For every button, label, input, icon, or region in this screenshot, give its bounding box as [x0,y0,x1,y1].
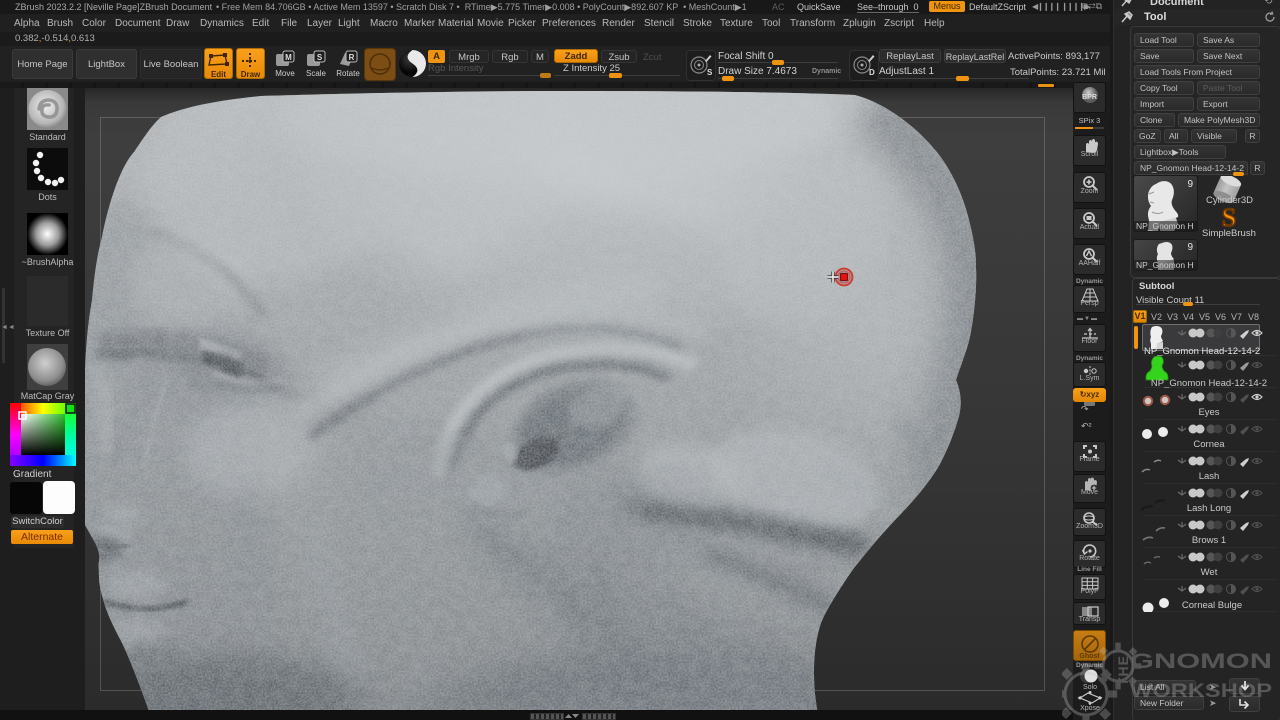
svg-text:Eyes: Eyes [1198,407,1219,418]
svg-text:Lash: Lash [1199,471,1220,482]
svg-text:NP_Gnomon Head-12-14-2: NP_Gnomon Head-12-14-2 [1144,346,1260,356]
svg-text:Lash Long: Lash Long [1187,503,1231,514]
svg-text:S: S [317,53,323,62]
svg-text:NP_Gnomon Head-12-14-2: NP_Gnomon Head-12-14-2 [1151,378,1267,388]
svg-text:D: D [869,68,875,77]
svg-text:R: R [349,53,355,62]
svg-text:Cornea: Cornea [1193,439,1225,450]
svg-text:M: M [285,53,292,62]
svg-text:S: S [1222,205,1236,229]
svg-text:S: S [707,68,713,77]
svg-text:Brows 1: Brows 1 [1192,535,1226,546]
svg-text:Wet: Wet [1201,567,1218,578]
svg-text:Corneal Bulge: Corneal Bulge [1182,600,1242,611]
